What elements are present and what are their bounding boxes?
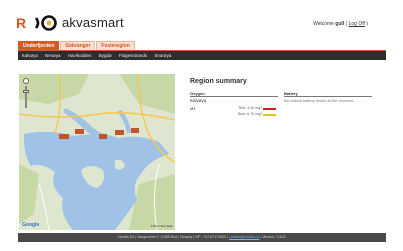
footer: Norlab AS | Vangsveien 2 | 1365 Rud | No… [18, 233, 386, 242]
red-level-label: Red: 4.40 mg/l [238, 106, 262, 110]
google-logo: Google [22, 222, 40, 228]
site-subnav: Kalvøya Nesøya Havikodden Bygdø Flagesst… [18, 51, 386, 60]
map-canvas[interactable] [19, 74, 175, 230]
map-pan-control-icon[interactable] [23, 78, 29, 84]
subnav-item-flagesstrands[interactable]: Flagesstrands [115, 51, 150, 60]
blue-level-bar [263, 113, 276, 116]
footer-version: | Version: 1.5/11 [259, 235, 286, 239]
map-copyright: ©2010 Tele Atlas [150, 224, 173, 228]
subnav-item-havikodden[interactable]: Havikodden [64, 51, 95, 60]
red-level-bar [263, 107, 276, 110]
logoff-link[interactable]: Log Off [349, 21, 365, 27]
header: R akvasmart Welcome gull ( Log Off ) [14, 8, 392, 42]
user-name: gull [335, 21, 345, 27]
site-name[interactable]: M1 [190, 106, 196, 111]
blue-level-row: Blue: 6.70 mg/l [214, 112, 276, 117]
subnav-item-snaroya[interactable]: Snarøya [151, 51, 175, 60]
red-level-row: Red: 4.40 mg/l [214, 106, 276, 111]
footer-email-link[interactable]: contact@norlab.no [229, 235, 259, 239]
region-map[interactable]: Google ©2010 Tele Atlas [19, 74, 175, 230]
subnav-item-bygdo[interactable]: Bygdø [95, 51, 115, 60]
subnav-item-kalvoya[interactable]: Kalvøya [18, 51, 41, 60]
welcome-text: Welcome gull ( Log Off ) [313, 21, 368, 27]
oxygen-header-rule [190, 96, 278, 97]
logo-r-letter: R [16, 15, 27, 31]
battery-status-text: No critical battery levels at the moment… [284, 98, 355, 103]
region-tabs: Underfjorden Gekranger Festeregion [18, 41, 136, 50]
logoff-close: ) [364, 21, 368, 27]
welcome-prefix: Welcome [313, 21, 336, 27]
tab-festeregion[interactable]: Festeregion [96, 41, 135, 50]
region-name[interactable]: Kalvøya [190, 98, 206, 103]
tab-gekranger[interactable]: Gekranger [60, 41, 96, 50]
page: R akvasmart Welcome gull ( Log Off ) Und… [14, 8, 392, 242]
subnav-item-nesoya[interactable]: Nesøya [41, 51, 64, 60]
akvasmart-logo-icon [34, 15, 57, 31]
blue-level-label: Blue: 6.70 mg/l [238, 112, 262, 116]
region-summary-title: Region summary [190, 78, 247, 85]
brand-name: akvasmart [62, 15, 124, 30]
battery-header-rule [284, 96, 372, 97]
map-zoom-slider[interactable] [23, 90, 29, 93]
tab-underfjorden[interactable]: Underfjorden [18, 41, 60, 50]
footer-address: Norlab AS | Vangsveien 2 | 1365 Rud | No… [118, 235, 230, 239]
